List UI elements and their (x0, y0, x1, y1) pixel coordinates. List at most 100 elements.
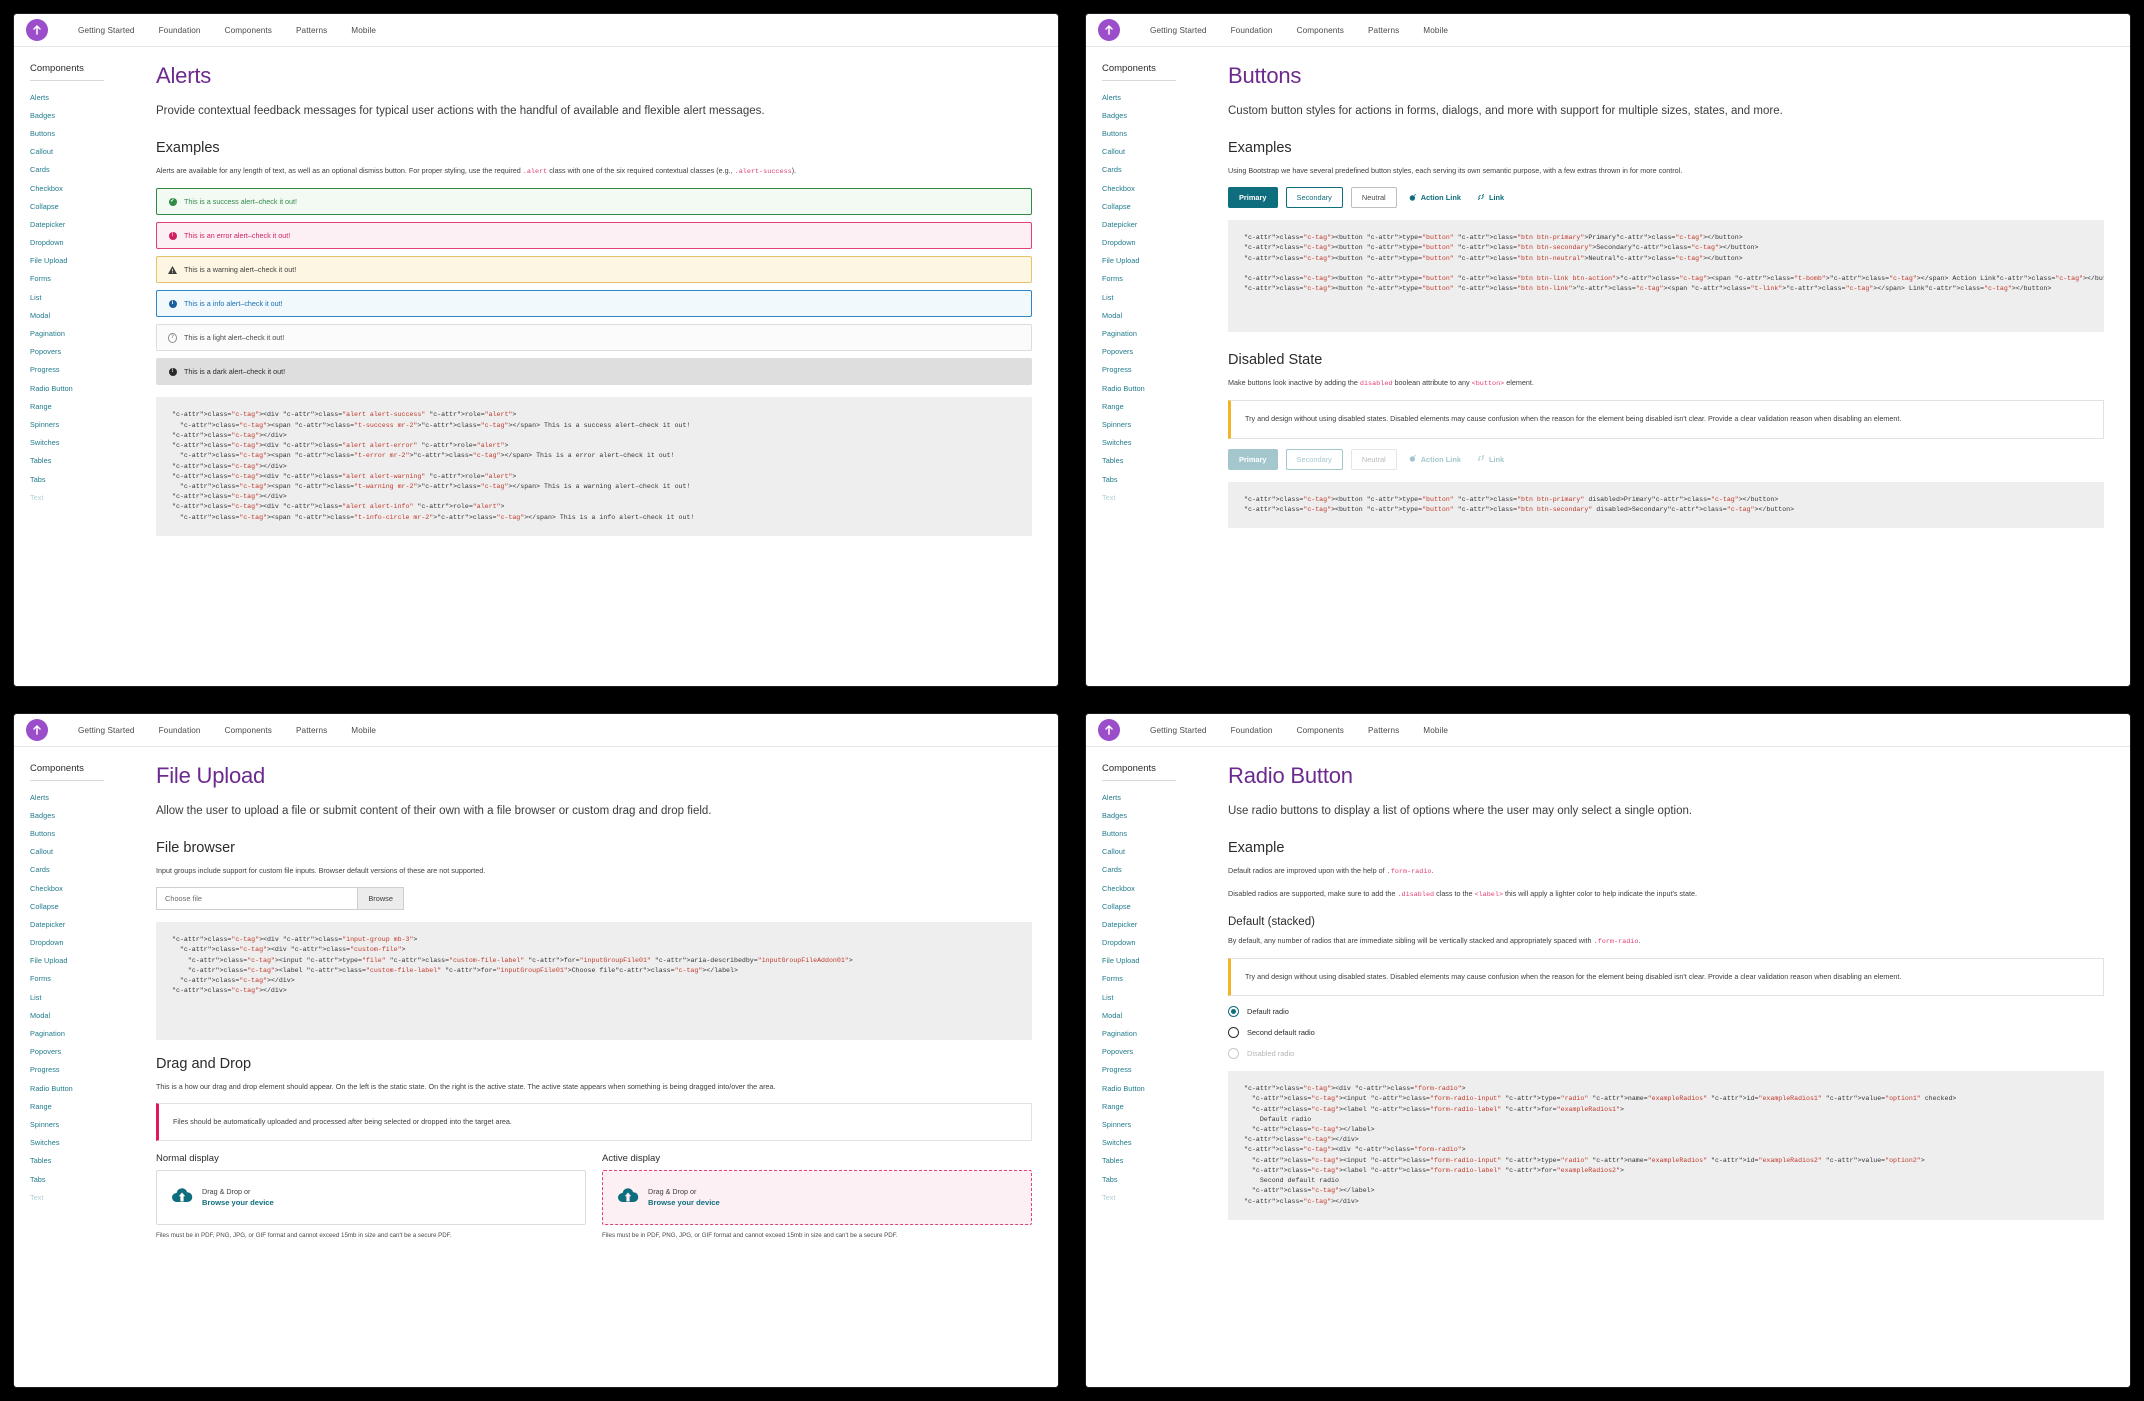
sidebar-item-collapse[interactable]: Collapse (30, 897, 130, 915)
browse-button[interactable]: Browse (357, 887, 404, 911)
radio-option-second[interactable]: Second default radio (1228, 1027, 2104, 1039)
nav-item-foundation[interactable]: Foundation (1219, 26, 1285, 35)
sidebar-item-checkbox[interactable]: Checkbox (1102, 879, 1202, 897)
sidebar-item-tabs[interactable]: Tabs (30, 1170, 130, 1188)
sidebar-item-text[interactable]: Text (1102, 488, 1202, 506)
sidebar-item-list[interactable]: List (1102, 988, 1202, 1006)
sidebar-item-modal[interactable]: Modal (1102, 306, 1202, 324)
sidebar-item-file-upload[interactable]: File Upload (30, 252, 130, 270)
sidebar-item-forms[interactable]: Forms (1102, 270, 1202, 288)
sidebar-item-progress[interactable]: Progress (1102, 1061, 1202, 1079)
sidebar-item-buttons[interactable]: Buttons (30, 824, 130, 842)
up-arrow-circle-logo-icon[interactable] (1098, 19, 1120, 41)
primary-button[interactable]: Primary (1228, 187, 1278, 209)
sidebar-item-range[interactable]: Range (30, 1097, 130, 1115)
sidebar-item-modal[interactable]: Modal (1102, 1006, 1202, 1024)
sidebar-item-modal[interactable]: Modal (30, 1006, 130, 1024)
sidebar-item-collapse[interactable]: Collapse (30, 197, 130, 215)
up-arrow-circle-logo-icon[interactable] (1098, 719, 1120, 741)
sidebar-item-tabs[interactable]: Tabs (30, 470, 130, 488)
sidebar-item-progress[interactable]: Progress (30, 1061, 130, 1079)
sidebar-item-tabs[interactable]: Tabs (1102, 470, 1202, 488)
sidebar-item-popovers[interactable]: Popovers (30, 1043, 130, 1061)
sidebar-item-pagination[interactable]: Pagination (1102, 1024, 1202, 1042)
browse-your-device-link[interactable]: Browse your device (202, 1198, 274, 1207)
sidebar-item-callout[interactable]: Callout (1102, 143, 1202, 161)
sidebar-item-radio-button[interactable]: Radio Button (1102, 379, 1202, 397)
nav-item-mobile[interactable]: Mobile (339, 726, 388, 735)
nav-item-patterns[interactable]: Patterns (284, 26, 339, 35)
nav-item-foundation[interactable]: Foundation (147, 26, 213, 35)
sidebar-item-datepicker[interactable]: Datepicker (1102, 215, 1202, 233)
nav-item-components[interactable]: Components (1285, 26, 1356, 35)
sidebar-item-buttons[interactable]: Buttons (1102, 124, 1202, 142)
action-link-button[interactable]: Action Link (1405, 188, 1465, 208)
sidebar-item-forms[interactable]: Forms (30, 970, 130, 988)
sidebar-item-popovers[interactable]: Popovers (30, 343, 130, 361)
nav-item-getting-started[interactable]: Getting Started (1138, 26, 1219, 35)
sidebar-item-radio-button[interactable]: Radio Button (30, 379, 130, 397)
sidebar-item-collapse[interactable]: Collapse (1102, 897, 1202, 915)
sidebar-item-radio-button[interactable]: Radio Button (30, 1079, 130, 1097)
sidebar-item-callout[interactable]: Callout (1102, 843, 1202, 861)
browse-your-device-link[interactable]: Browse your device (648, 1198, 720, 1207)
sidebar-item-badges[interactable]: Badges (30, 806, 130, 824)
sidebar-item-datepicker[interactable]: Datepicker (1102, 915, 1202, 933)
sidebar-item-callout[interactable]: Callout (30, 143, 130, 161)
choose-file-input[interactable]: Choose file (156, 887, 358, 911)
sidebar-item-text[interactable]: Text (30, 1188, 130, 1206)
sidebar-item-badges[interactable]: Badges (1102, 806, 1202, 824)
sidebar-item-dropdown[interactable]: Dropdown (1102, 934, 1202, 952)
sidebar-item-alerts[interactable]: Alerts (30, 788, 130, 806)
sidebar-item-datepicker[interactable]: Datepicker (30, 915, 130, 933)
sidebar-item-pagination[interactable]: Pagination (1102, 324, 1202, 342)
nav-item-mobile[interactable]: Mobile (339, 26, 388, 35)
nav-item-components[interactable]: Components (213, 26, 284, 35)
sidebar-item-list[interactable]: List (30, 288, 130, 306)
sidebar-item-dropdown[interactable]: Dropdown (30, 934, 130, 952)
dropzone-normal[interactable]: Drag & Drop or Browse your device (156, 1170, 586, 1226)
sidebar-item-dropdown[interactable]: Dropdown (30, 234, 130, 252)
sidebar-item-range[interactable]: Range (1102, 397, 1202, 415)
sidebar-item-modal[interactable]: Modal (30, 306, 130, 324)
secondary-button[interactable]: Secondary (1285, 187, 1343, 209)
sidebar-item-dropdown[interactable]: Dropdown (1102, 234, 1202, 252)
radio-button-unchecked-icon[interactable] (1228, 1027, 1239, 1039)
sidebar-item-progress[interactable]: Progress (1102, 361, 1202, 379)
nav-item-components[interactable]: Components (1285, 726, 1356, 735)
nav-item-getting-started[interactable]: Getting Started (66, 726, 147, 735)
sidebar-item-pagination[interactable]: Pagination (30, 324, 130, 342)
nav-item-foundation[interactable]: Foundation (1219, 726, 1285, 735)
sidebar-item-cards[interactable]: Cards (30, 161, 130, 179)
up-arrow-circle-logo-icon[interactable] (26, 719, 48, 741)
sidebar-item-collapse[interactable]: Collapse (1102, 197, 1202, 215)
sidebar-item-alerts[interactable]: Alerts (1102, 88, 1202, 106)
sidebar-item-forms[interactable]: Forms (30, 270, 130, 288)
nav-item-mobile[interactable]: Mobile (1411, 726, 1460, 735)
sidebar-item-radio-button[interactable]: Radio Button (1102, 1079, 1202, 1097)
sidebar-item-text[interactable]: Text (30, 488, 130, 506)
sidebar-item-forms[interactable]: Forms (1102, 970, 1202, 988)
sidebar-item-alerts[interactable]: Alerts (30, 88, 130, 106)
sidebar-item-cards[interactable]: Cards (30, 861, 130, 879)
nav-item-getting-started[interactable]: Getting Started (66, 26, 147, 35)
sidebar-item-buttons[interactable]: Buttons (1102, 824, 1202, 842)
sidebar-item-range[interactable]: Range (1102, 1097, 1202, 1115)
sidebar-item-list[interactable]: List (1102, 288, 1202, 306)
sidebar-item-badges[interactable]: Badges (30, 106, 130, 124)
sidebar-item-tables[interactable]: Tables (30, 452, 130, 470)
sidebar-item-tables[interactable]: Tables (30, 1152, 130, 1170)
sidebar-item-spinners[interactable]: Spinners (1102, 1115, 1202, 1133)
sidebar-item-buttons[interactable]: Buttons (30, 124, 130, 142)
sidebar-item-spinners[interactable]: Spinners (30, 1115, 130, 1133)
sidebar-item-file-upload[interactable]: File Upload (1102, 952, 1202, 970)
sidebar-item-tables[interactable]: Tables (1102, 1152, 1202, 1170)
nav-item-patterns[interactable]: Patterns (284, 726, 339, 735)
sidebar-item-tables[interactable]: Tables (1102, 452, 1202, 470)
dropzone-active[interactable]: Drag & Drop or Browse your device (602, 1170, 1032, 1226)
sidebar-item-text[interactable]: Text (1102, 1188, 1202, 1206)
sidebar-item-range[interactable]: Range (30, 397, 130, 415)
nav-item-components[interactable]: Components (213, 726, 284, 735)
sidebar-item-badges[interactable]: Badges (1102, 106, 1202, 124)
sidebar-item-cards[interactable]: Cards (1102, 161, 1202, 179)
